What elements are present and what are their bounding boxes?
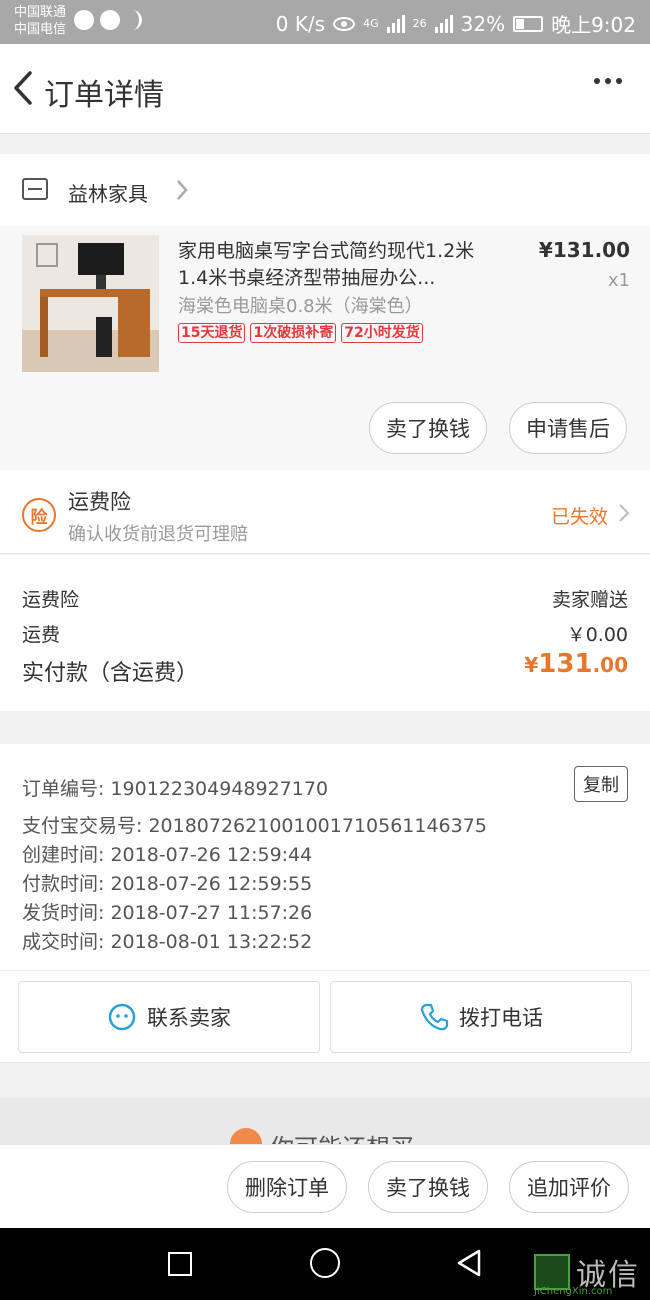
- home-icon[interactable]: [310, 1248, 340, 1278]
- clock: 晚上9:02: [551, 13, 636, 37]
- alipay-number: 支付宝交易号: 2018072621001001710561146375: [22, 815, 487, 837]
- signal-icon-2: [434, 14, 453, 33]
- paid-amount: ¥131.00: [524, 649, 628, 679]
- nfc-icon: [126, 10, 142, 30]
- paid-label: 实付款（含运费）: [22, 661, 199, 686]
- contact-seller-button[interactable]: 联系卖家: [18, 981, 320, 1053]
- product-price: ¥131.00: [538, 238, 630, 262]
- notification-icons: [74, 10, 142, 30]
- shipped-time: 发货时间: 2018-07-27 11:57:26: [22, 902, 313, 924]
- product-sku: 海棠色电脑桌0.8米（海棠色）: [178, 296, 423, 317]
- recommend-title: 你可能还想买: [270, 1128, 414, 1144]
- network-type-2: 26: [412, 17, 427, 30]
- system-nav-bar: 诚信 JiChengXin.com: [0, 1228, 650, 1300]
- section-gap: [0, 1062, 650, 1098]
- store-icon: [22, 178, 48, 200]
- fee-value: ￥0.00: [566, 624, 628, 646]
- fee-row-paid: 实付款（含运费） ¥131.00: [22, 649, 628, 687]
- status-right: 0 K/s 4G 26 32% 晚上9:02: [276, 9, 636, 38]
- product-title: 家用电脑桌写字台式简约现代1.2米 1.4米书桌经济型带抽屉办公...: [178, 240, 475, 289]
- carrier-1: 中国联通: [14, 5, 67, 20]
- fee-label: 运费: [22, 624, 61, 646]
- recent-apps-icon[interactable]: [168, 1252, 192, 1276]
- watermark-logo-icon: [534, 1254, 570, 1290]
- battery-icon: [513, 15, 544, 32]
- eye-icon: [333, 16, 356, 31]
- contact-row: 联系卖家 拨打电话: [0, 970, 650, 1062]
- completed-time: 成交时间: 2018-08-01 13:22:52: [22, 931, 313, 953]
- service-tags: 15天退货 1次破损补寄 72小时发货: [178, 323, 423, 343]
- order-number: 订单编号: 190122304948927170: [22, 778, 329, 800]
- recommend-section: 你可能还想买: [0, 1098, 650, 1144]
- signal-icon: [386, 14, 405, 33]
- call-phone-label: 拨打电话: [459, 1006, 543, 1030]
- resell-button-bottom[interactable]: 卖了换钱: [368, 1161, 488, 1213]
- fee-value: 卖家赠送: [551, 589, 628, 611]
- order-info: 订单编号: 190122304948927170 复制 支付宝交易号: 2018…: [0, 744, 650, 1062]
- more-dots-icon[interactable]: [594, 78, 622, 84]
- product-item[interactable]: 家用电脑桌写字台式简约现代1.2米 1.4米书桌经济型带抽屉办公... 海棠色电…: [0, 226, 650, 470]
- heart-icon: [230, 1128, 262, 1144]
- service-tag: 15天退货: [178, 323, 246, 343]
- product-image[interactable]: [22, 235, 159, 372]
- insurance-subtitle: 确认收货前退货可理赔: [68, 524, 248, 545]
- insurance-icon: 险: [22, 498, 56, 532]
- carrier-info: 中国联通 中国电信: [14, 4, 66, 38]
- paid-time: 付款时间: 2018-07-26 12:59:55: [22, 873, 313, 895]
- status-bar: 中国联通 中国电信 0 K/s 4G 26 32% 晚上9:02: [0, 0, 650, 44]
- shop-row[interactable]: 益林家具: [0, 154, 650, 226]
- wechat-icon: [100, 10, 120, 30]
- add-review-button[interactable]: 追加评价: [509, 1161, 629, 1213]
- page-title: 订单详情: [44, 78, 164, 113]
- service-tag: 72小时发货: [341, 323, 423, 343]
- after-sale-button[interactable]: 申请售后: [509, 402, 627, 454]
- weibo-icon: [74, 10, 94, 30]
- fee-label: 运费险: [22, 589, 80, 611]
- chat-bubble-icon: [108, 1003, 136, 1031]
- back-triangle-icon[interactable]: [455, 1248, 483, 1278]
- chevron-right-icon: [177, 180, 188, 200]
- phone-icon: [420, 1003, 449, 1031]
- fee-row-insurance: 运费险 卖家赠送: [22, 585, 628, 612]
- fee-summary: 运费险 卖家赠送 运费 ￥0.00 实付款（含运费） ¥131.00: [0, 555, 650, 711]
- service-tag: 1次破损补寄: [250, 323, 337, 343]
- network-speed: 0 K/s: [275, 11, 326, 36]
- created-time: 创建时间: 2018-07-26 12:59:44: [22, 844, 313, 866]
- delete-order-button[interactable]: 删除订单: [227, 1161, 347, 1213]
- chevron-right-icon: [619, 504, 630, 522]
- bottom-action-bar: 删除订单 卖了换钱 追加评价: [0, 1144, 650, 1228]
- header: 订单详情: [0, 44, 650, 134]
- insurance-title: 运费险: [68, 490, 131, 514]
- shipping-insurance-row[interactable]: 险 运费险 确认收货前退货可理赔 已失效: [0, 470, 650, 554]
- shop-name: 益林家具: [68, 182, 148, 206]
- battery-percent: 32%: [460, 11, 506, 36]
- contact-seller-label: 联系卖家: [147, 1006, 231, 1030]
- watermark-url: JiChengXin.com: [534, 1286, 613, 1297]
- carrier-2: 中国电信: [14, 22, 67, 37]
- chevron-left-icon[interactable]: [10, 70, 40, 106]
- fee-row-shipping: 运费 ￥0.00: [22, 620, 628, 647]
- resell-button[interactable]: 卖了换钱: [369, 402, 487, 454]
- call-phone-button[interactable]: 拨打电话: [330, 981, 632, 1053]
- insurance-status: 已失效: [550, 506, 608, 528]
- network-type-1: 4G: [363, 17, 379, 30]
- copy-button[interactable]: 复制: [574, 766, 628, 802]
- product-quantity: x1: [607, 270, 630, 291]
